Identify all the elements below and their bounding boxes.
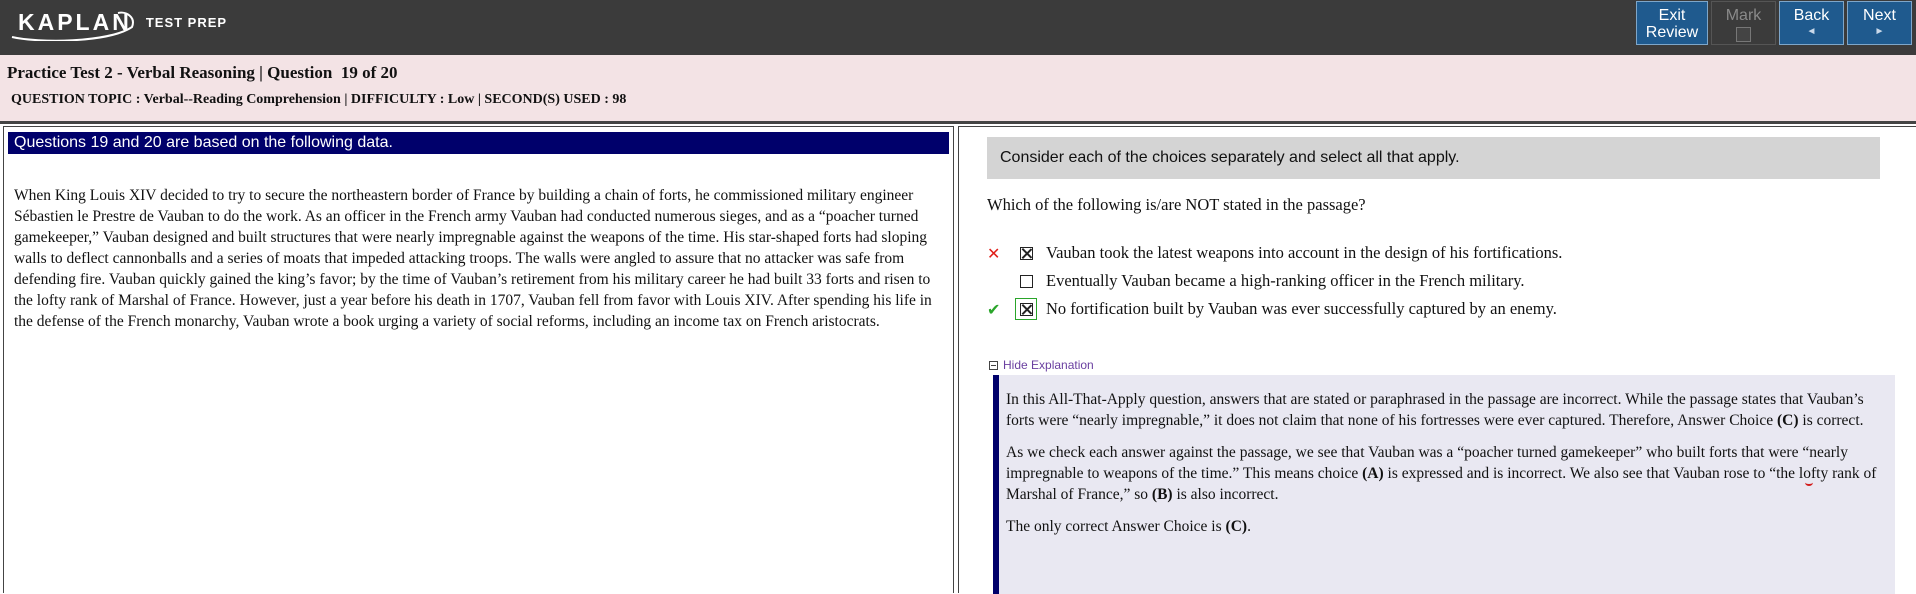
hide-explanation-label: Hide Explanation [1003, 358, 1094, 372]
top-bar: KAPLAN TEST PREP Exit Review Mark Back ◄… [0, 0, 1916, 55]
back-button[interactable]: Back ◄ [1779, 1, 1844, 45]
explanation-paragraph-3: The only correct Answer Choice is (C). [1006, 516, 1887, 537]
kaplan-logo: KAPLAN TEST PREP [11, 4, 228, 41]
explanation-paragraph-1: In this All-That-Apply question, answers… [1006, 389, 1887, 431]
explanation-panel: In this All-That-Apply question, answers… [993, 375, 1895, 594]
page-title: Practice Test 2 - Verbal Reasoning | Que… [7, 63, 398, 82]
choice-b[interactable]: Eventually Vauban became a high-ranking … [987, 269, 1525, 293]
answer-ref: (B) [1151, 486, 1173, 503]
mark-checkbox[interactable] [1736, 27, 1751, 42]
explanation-text: is also incorrect. [1172, 486, 1279, 503]
answer-ref: (A) [1362, 465, 1384, 482]
logo-subtitle: TEST PREP [145, 14, 228, 30]
choice-b-checkbox[interactable] [1019, 274, 1033, 288]
choice-a-checkbox[interactable] [1019, 246, 1033, 260]
explanation-paragraph-2: As we check each answer against the pass… [1006, 442, 1887, 505]
collapse-icon [989, 360, 998, 370]
explanation-text: The only correct Answer Choice is [1006, 518, 1226, 535]
answer-ref: (C) [1225, 518, 1248, 535]
next-label: Next [1863, 7, 1896, 24]
logo-wordmark: KAPLAN [11, 9, 136, 41]
back-arrow-icon: ◄ [1806, 26, 1817, 37]
back-label: Back [1793, 7, 1830, 24]
passage-text: When King Louis XIV decided to try to se… [14, 187, 932, 330]
next-arrow-icon: ► [1874, 26, 1885, 37]
mark-button[interactable]: Mark [1711, 1, 1776, 45]
next-button[interactable]: Next ► [1847, 1, 1912, 45]
instruction-banner: Consider each of the choices separately … [987, 137, 1880, 179]
explanation-text: As we check each answer against the pass… [1006, 444, 1810, 461]
choice-c-checkbox[interactable] [1019, 302, 1033, 316]
nav-buttons: Exit Review Mark Back ◄ Next ► [1636, 1, 1912, 45]
hide-explanation-toggle[interactable]: Hide Explanation [989, 358, 1094, 372]
explanation-text: . [1247, 518, 1251, 535]
exit-review-button[interactable]: Exit Review [1636, 1, 1708, 45]
choice-b-text: Eventually Vauban became a high-ranking … [1046, 271, 1525, 290]
review-label: Review [1645, 24, 1699, 41]
choice-c[interactable]: ✔ No fortification built by Vauban was e… [987, 297, 1557, 321]
correct-check-icon: ✔ [987, 299, 1001, 319]
choice-a[interactable]: ✕ Vauban took the latest weapons into ac… [987, 241, 1562, 265]
passage-pane[interactable]: Questions 19 and 20 are based on the fol… [3, 126, 954, 593]
header-divider [0, 121, 1916, 124]
choice-a-text: Vauban took the latest weapons into acco… [1046, 243, 1563, 262]
choice-c-text: No fortification built by Vauban was eve… [1046, 299, 1557, 318]
logo-swoosh-icon [11, 11, 134, 41]
explanation-text: ” This means choice [1232, 465, 1363, 482]
answer-ref: (C) [1776, 412, 1799, 429]
passage-heading: Questions 19 and 20 are based on the fol… [8, 132, 949, 154]
question-meta: QUESTION TOPIC : Verbal--Reading Compreh… [11, 92, 627, 107]
question-prompt: Which of the following is/are NOT stated… [987, 195, 1366, 214]
explanation-text: is correct. [1798, 412, 1864, 429]
explanation-text: In this All-That-Apply question, answers… [1006, 391, 1864, 429]
question-info-bar: Practice Test 2 - Verbal Reasoning | Que… [0, 55, 1916, 121]
incorrect-x-icon: ✕ [987, 243, 1001, 263]
exit-label: Exit [1658, 7, 1686, 24]
question-pane[interactable]: Consider each of the choices separately … [958, 126, 1916, 594]
mark-label: Mark [1725, 7, 1762, 24]
